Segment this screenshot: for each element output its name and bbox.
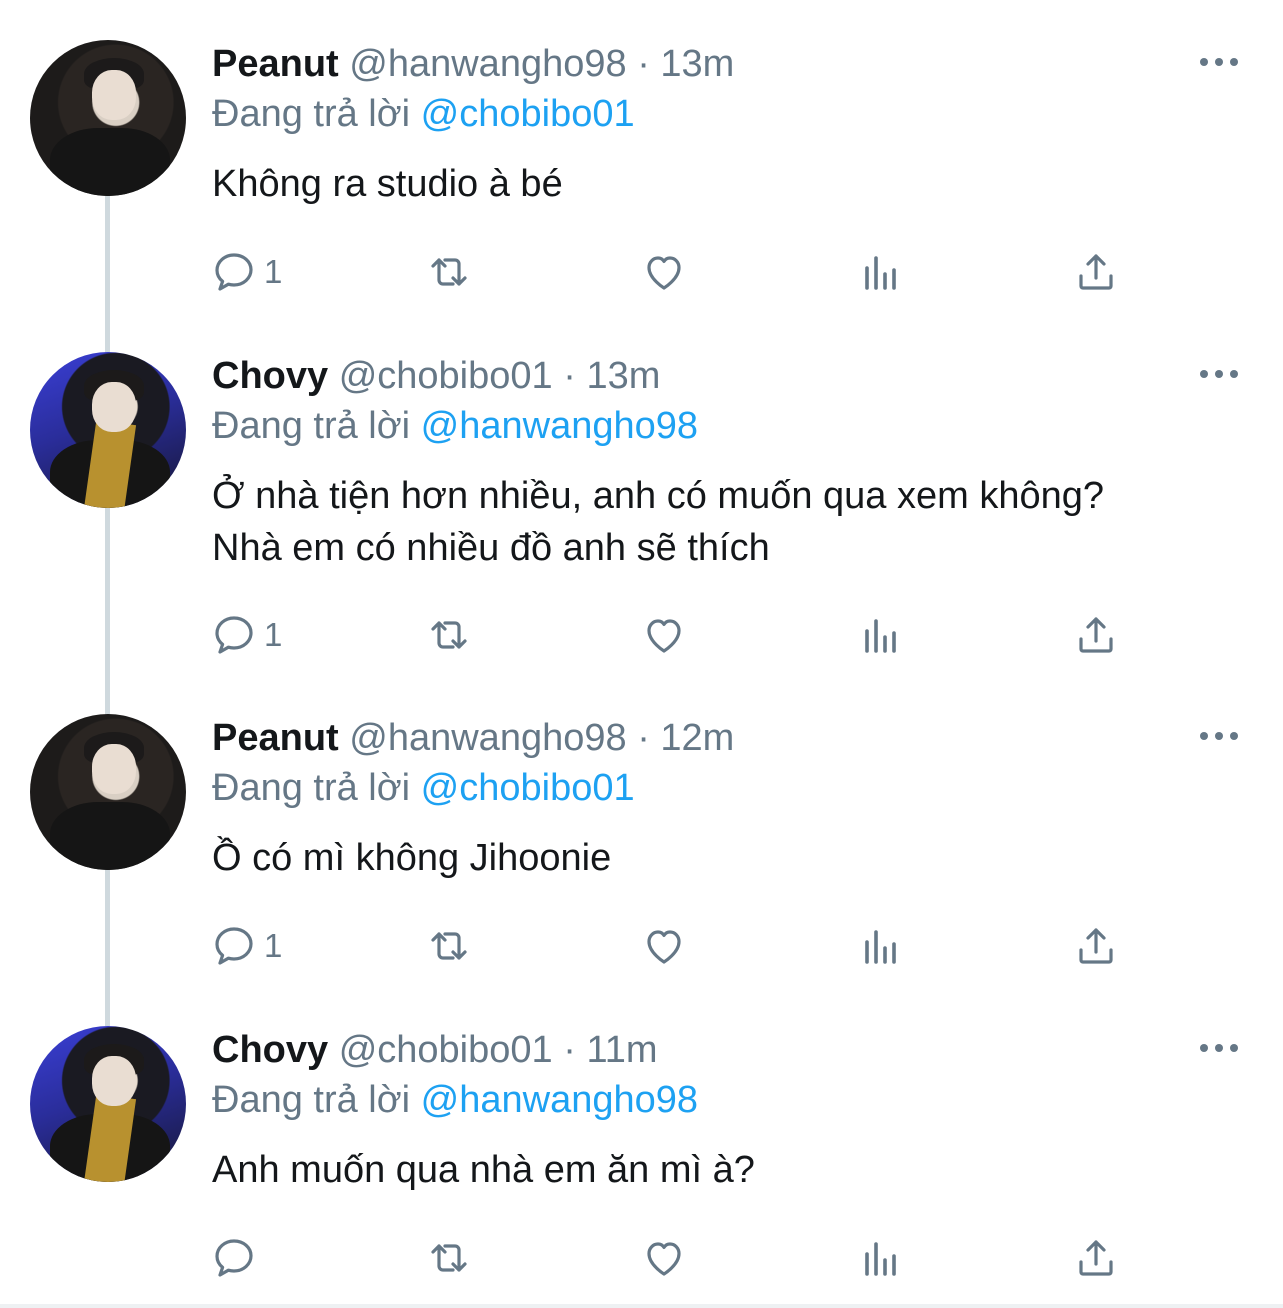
timestamp[interactable]: 13m: [660, 43, 734, 85]
retweet-button[interactable]: [425, 247, 473, 297]
heart-icon: [647, 256, 681, 290]
more-icon[interactable]: [1200, 58, 1240, 68]
mention-link[interactable]: @hanwangho98: [421, 1079, 698, 1121]
analytics-button[interactable]: [857, 921, 905, 971]
more-icon[interactable]: [1200, 732, 1240, 742]
reply-count: 1: [264, 616, 283, 653]
share-icon: [1079, 928, 1113, 964]
mention-link[interactable]: @chobibo01: [421, 767, 635, 809]
like-button[interactable]: [640, 1233, 688, 1283]
avatar[interactable]: [30, 1026, 186, 1182]
reply-prefix: Đang trả lời: [212, 93, 411, 135]
reply-button[interactable]: 1: [210, 247, 282, 297]
reply-button[interactable]: [210, 1233, 264, 1283]
reply-button[interactable]: 1: [210, 921, 282, 971]
avatar[interactable]: [30, 40, 186, 196]
analytics-button[interactable]: [857, 610, 905, 660]
share-icon: [1079, 254, 1113, 290]
divider: [0, 1304, 1283, 1308]
more-icon[interactable]: [1200, 1044, 1240, 1054]
replying-to: Đang trả lời @hanwangho98: [212, 1078, 698, 1122]
retweet-icon: [431, 258, 467, 286]
display-name[interactable]: Peanut: [212, 43, 339, 85]
share-button[interactable]: [1072, 1233, 1120, 1283]
analytics-button[interactable]: [857, 1233, 905, 1283]
display-name[interactable]: Peanut: [212, 717, 339, 759]
retweet-button[interactable]: [425, 610, 473, 660]
user-handle[interactable]: @hanwangho98: [349, 717, 626, 759]
reply-icon: [215, 253, 253, 291]
avatar[interactable]: [30, 714, 186, 870]
analytics-button[interactable]: [857, 247, 905, 297]
share-button[interactable]: [1072, 610, 1120, 660]
retweet-icon: [431, 621, 467, 649]
tweet-header: Chovy @chobibo01 · 13m: [212, 354, 660, 398]
reply-icon: [215, 1239, 253, 1277]
timestamp[interactable]: 11m: [586, 1029, 657, 1071]
mention-link[interactable]: @hanwangho98: [421, 405, 698, 447]
user-handle[interactable]: @chobibo01: [339, 1029, 553, 1071]
tweet-actions: 1: [210, 247, 1130, 297]
analytics-icon: [865, 1242, 896, 1276]
separator-dot: ·: [563, 1029, 576, 1071]
like-button[interactable]: [640, 247, 688, 297]
heart-icon: [647, 1242, 681, 1276]
retweet-icon: [431, 932, 467, 960]
separator-dot: ·: [637, 717, 650, 759]
like-button[interactable]: [640, 610, 688, 660]
user-handle[interactable]: @hanwangho98: [349, 43, 626, 85]
mention-link[interactable]: @chobibo01: [421, 93, 635, 135]
share-button[interactable]: [1072, 921, 1120, 971]
tweet-text: Ở nhà tiện hơn nhiều, anh có muốn qua xe…: [212, 475, 1104, 569]
analytics-icon: [865, 256, 896, 290]
timestamp[interactable]: 12m: [660, 717, 734, 759]
tweet-actions: 1: [210, 610, 1130, 660]
share-icon: [1079, 1240, 1113, 1276]
analytics-icon: [865, 930, 896, 964]
reply-count: 1: [264, 927, 283, 964]
display-name[interactable]: Chovy: [212, 355, 328, 397]
replying-to: Đang trả lời @chobibo01: [212, 766, 635, 810]
tweet-header: Peanut @hanwangho98 · 13m: [212, 42, 734, 86]
reply-icon: [215, 927, 253, 965]
share-button[interactable]: [1072, 247, 1120, 297]
tweet-text: Không ra studio à bé: [212, 163, 563, 205]
retweet-icon: [431, 1244, 467, 1272]
heart-icon: [647, 619, 681, 653]
reply-icon: [215, 616, 253, 654]
user-handle[interactable]: @chobibo01: [339, 355, 553, 397]
retweet-button[interactable]: [425, 921, 473, 971]
tweet-text: Ồ có mì không Jihoonie: [212, 837, 612, 879]
replying-to: Đang trả lời @chobibo01: [212, 92, 635, 136]
reply-count: 1: [264, 253, 283, 290]
share-icon: [1079, 617, 1113, 653]
retweet-button[interactable]: [425, 1233, 473, 1283]
reply-prefix: Đang trả lời: [212, 1079, 411, 1121]
thread-line: [105, 196, 110, 1026]
replying-to: Đang trả lời @hanwangho98: [212, 404, 698, 448]
timestamp[interactable]: 13m: [586, 355, 660, 397]
separator-dot: ·: [637, 43, 650, 85]
display-name[interactable]: Chovy: [212, 1029, 328, 1071]
separator-dot: ·: [563, 355, 576, 397]
analytics-icon: [865, 619, 896, 653]
tweet-actions: 1: [210, 921, 1130, 971]
reply-prefix: Đang trả lời: [212, 767, 411, 809]
avatar[interactable]: [30, 352, 186, 508]
like-button[interactable]: [640, 921, 688, 971]
tweet-text: Anh muốn qua nhà em ăn mì à?: [212, 1149, 755, 1191]
reply-button[interactable]: 1: [210, 610, 282, 660]
heart-icon: [647, 930, 681, 964]
tweet-header: Chovy @chobibo01 · 11m: [212, 1028, 658, 1072]
reply-prefix: Đang trả lời: [212, 405, 411, 447]
tweet-actions: [210, 1233, 1130, 1283]
more-icon[interactable]: [1200, 370, 1240, 380]
tweet-header: Peanut @hanwangho98 · 12m: [212, 716, 734, 760]
